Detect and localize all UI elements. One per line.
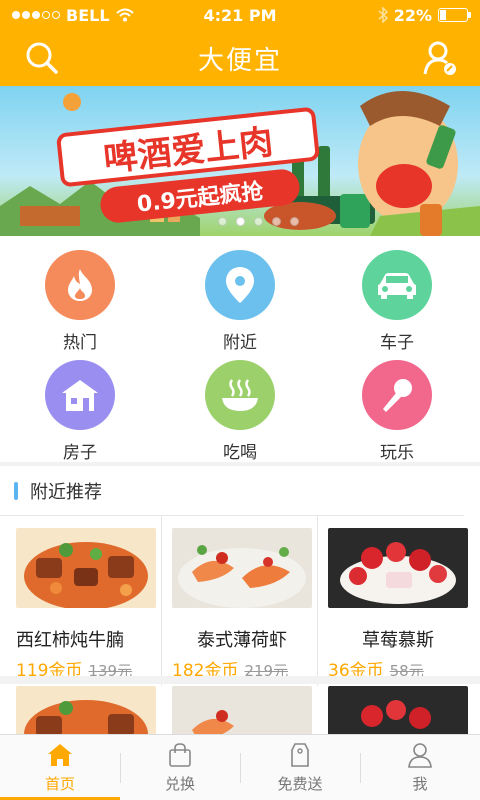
section-header: 附近推荐	[0, 466, 464, 516]
tab-label: 我	[412, 775, 428, 793]
tab-me[interactable]: 我	[360, 735, 480, 800]
category-label: 车子	[380, 333, 414, 353]
product-image	[328, 528, 468, 608]
microphone-icon	[362, 360, 432, 430]
page-dot[interactable]	[272, 217, 281, 226]
product-name: 草莓慕斯	[362, 630, 434, 651]
category-label: 附近	[223, 333, 257, 353]
tab-free-gift[interactable]: 免费送	[240, 735, 360, 800]
category-nearby[interactable]: 附近	[180, 250, 300, 353]
section-accent-bar	[14, 481, 18, 500]
search-icon[interactable]	[22, 38, 62, 78]
promo-banner[interactable]: 啤酒爱上肉 0.9元起疯抢	[0, 86, 480, 236]
column-divider	[317, 516, 318, 686]
tab-label: 兑换	[164, 775, 195, 793]
product-image	[16, 528, 156, 608]
shopping-bag-icon	[169, 743, 191, 767]
tab-exchange[interactable]: 兑换	[120, 735, 240, 800]
category-house[interactable]: 房子	[20, 360, 140, 463]
bluetooth-icon	[378, 7, 388, 23]
page-dot[interactable]	[236, 217, 245, 226]
battery-icon	[438, 8, 471, 22]
battery-percent: 22%	[393, 5, 432, 25]
flame-icon	[45, 250, 115, 320]
product-image	[16, 686, 156, 734]
product-image	[328, 686, 468, 734]
page-dot[interactable]	[290, 217, 299, 226]
wifi-icon	[115, 8, 134, 22]
page-dot[interactable]	[254, 217, 263, 226]
category-food[interactable]: 吃喝	[180, 360, 300, 463]
top-bar: BELL 4:21 PM 22% 大便宜	[0, 0, 480, 86]
category-label: 吃喝	[223, 443, 257, 463]
product-name: 西红柿炖牛腩	[16, 630, 124, 651]
category-car[interactable]: 车子	[337, 250, 457, 353]
person-icon	[408, 743, 432, 768]
category-fun[interactable]: 玩乐	[337, 360, 457, 463]
home-icon	[48, 744, 72, 766]
nav-bar: 大便宜	[0, 30, 480, 86]
signal-strength-icon	[12, 11, 60, 19]
banner-page-indicator	[218, 217, 299, 226]
tab-label: 免费送	[277, 775, 323, 793]
category-label: 热门	[63, 333, 97, 353]
car-icon	[362, 250, 432, 320]
category-hot[interactable]: 热门	[20, 250, 140, 353]
price-tag-icon	[291, 743, 309, 767]
category-label: 玩乐	[380, 443, 414, 463]
section-title: 附近推荐	[30, 481, 102, 503]
product-name: 泰式薄荷虾	[197, 630, 287, 651]
tab-label: 首页	[44, 775, 75, 793]
food-bowl-icon	[205, 360, 275, 430]
app-title: 大便宜	[197, 45, 282, 76]
product-image	[172, 528, 312, 608]
category-label: 房子	[63, 443, 97, 463]
carrier-name: BELL	[66, 5, 110, 25]
nearby-recommend-section: 附近推荐 西红柿炖牛腩 119金币 139元 泰式薄荷虾 182金币 219元 …	[0, 466, 480, 734]
location-pin-icon	[205, 250, 275, 320]
house-icon	[45, 360, 115, 430]
category-grid: 热门 附近 车子 房子 吃喝 玩乐	[0, 236, 480, 463]
row-divider	[0, 676, 480, 684]
status-bar: BELL 4:21 PM 22%	[0, 0, 480, 30]
user-settings-icon[interactable]	[420, 38, 460, 78]
column-divider	[161, 516, 162, 686]
tab-home[interactable]: 首页	[0, 735, 120, 800]
bottom-tab-bar: 首页 兑换 免费送 我	[0, 734, 480, 800]
product-image	[172, 686, 312, 734]
page-dot[interactable]	[218, 217, 227, 226]
